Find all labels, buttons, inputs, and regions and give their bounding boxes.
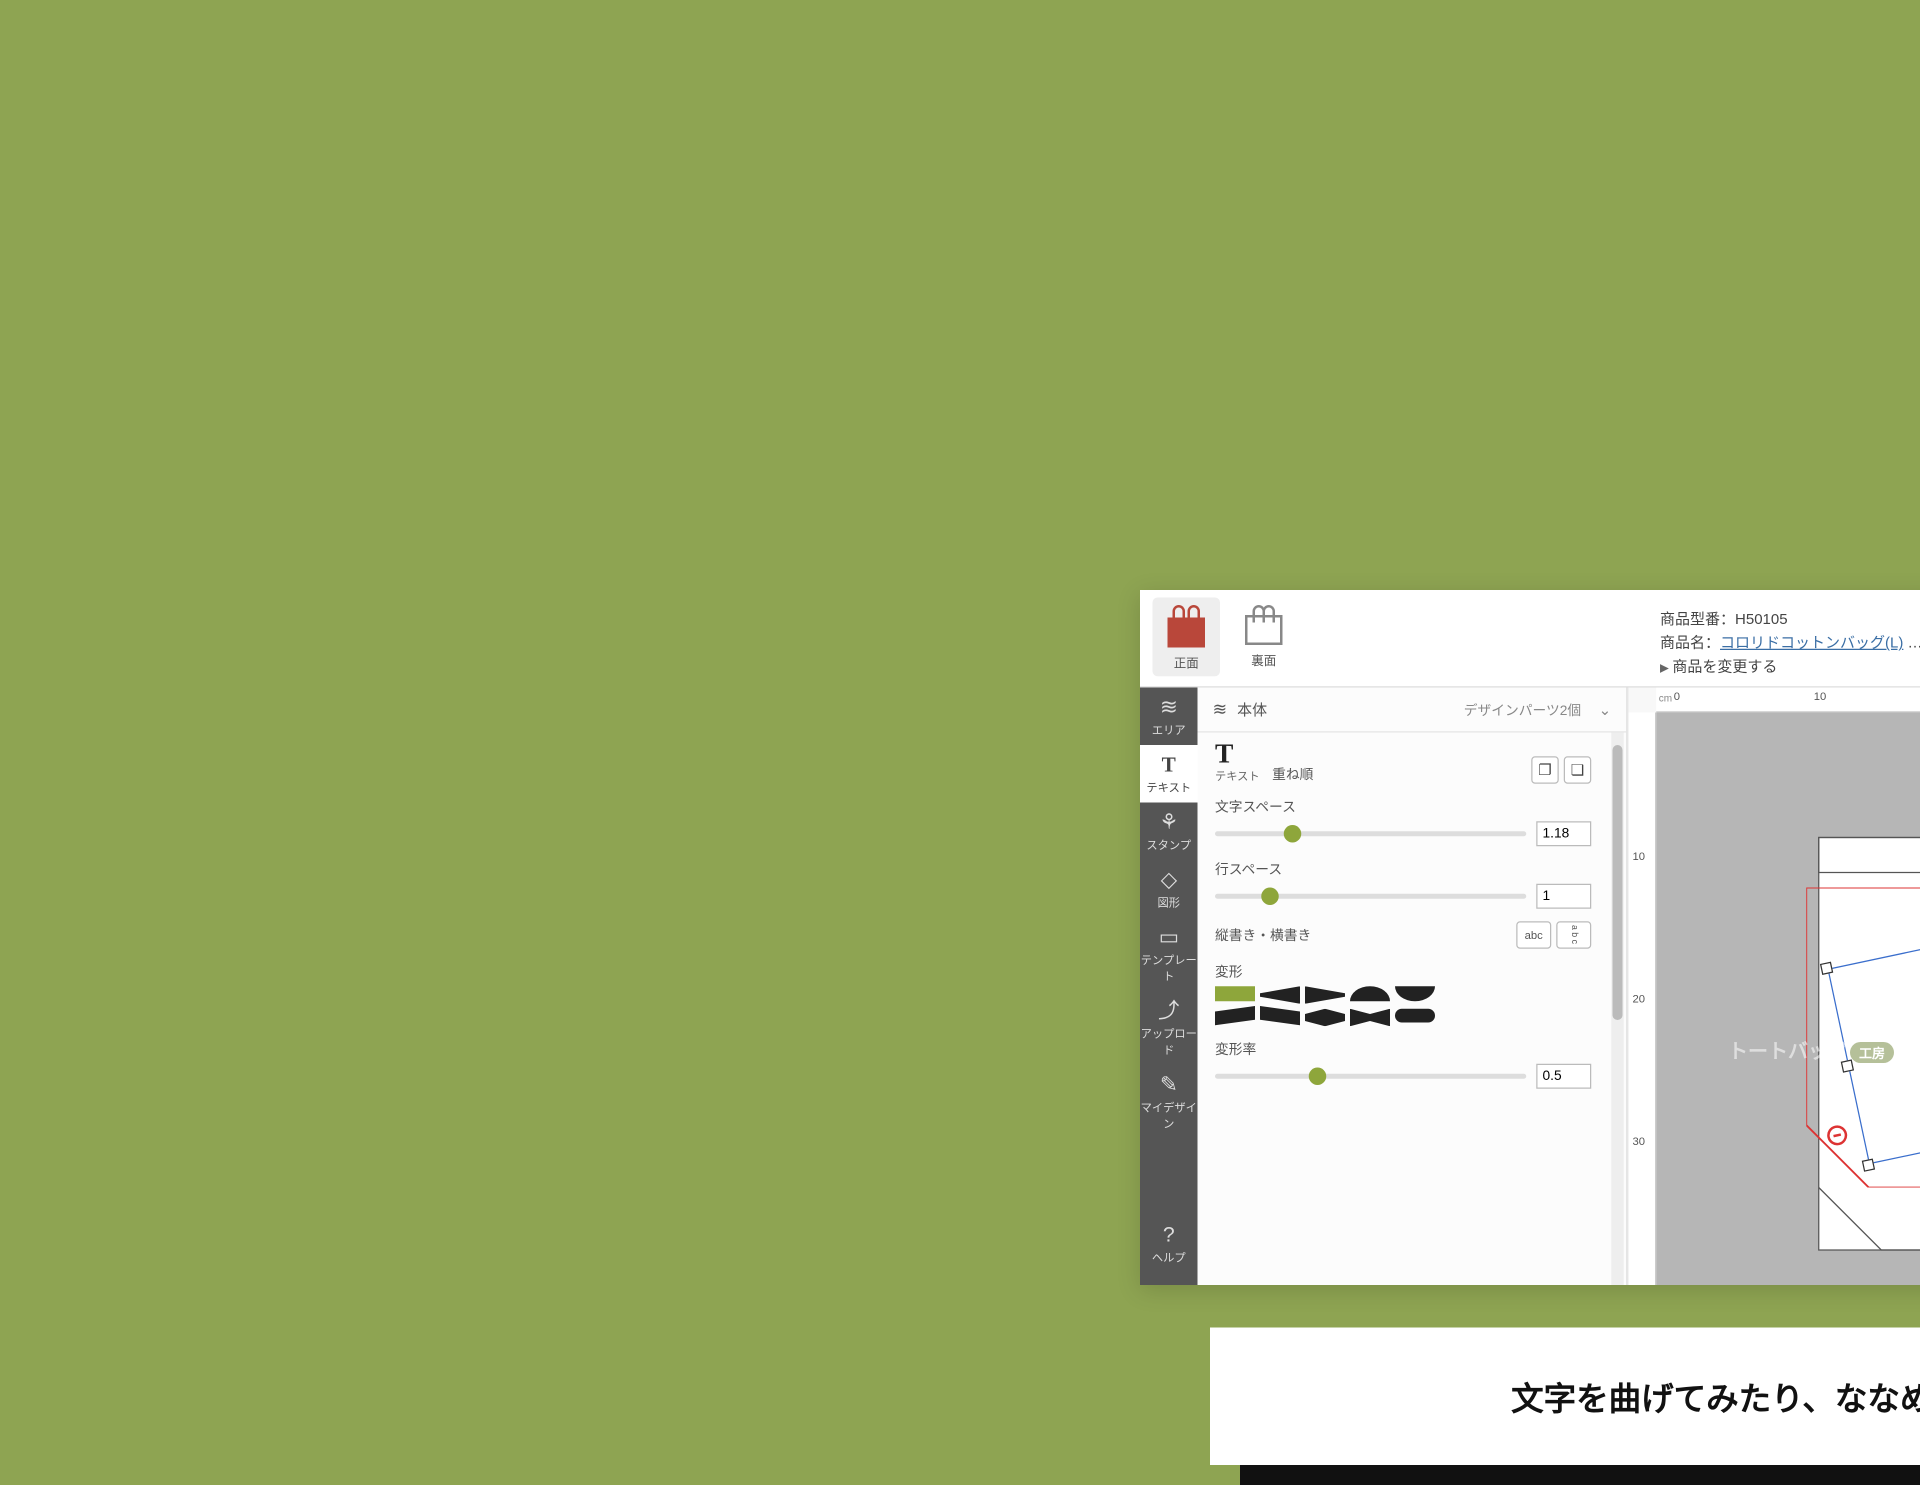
transform-rate-slider[interactable] — [1215, 1074, 1526, 1079]
properties-panel: ≋ 本体 デザインパーツ2個 ⌄ T テキスト 重ね順 ❐ ❏ 文字スペース — [1198, 688, 1628, 1286]
mydesign-icon: ✎ — [1140, 1074, 1198, 1095]
tool-rail: ≋エリア Tテキスト ⚘スタンプ ◇図形 ▭テンプレート ⤴アップロード ✎マイ… — [1140, 688, 1198, 1286]
orientation-label: 縦書き・横書き — [1215, 925, 1311, 945]
rail-area[interactable]: ≋エリア — [1140, 688, 1198, 746]
view-tabs: 正面 裏面 — [1140, 590, 1310, 676]
area-title: 本体 — [1237, 699, 1267, 720]
rail-stamp[interactable]: ⚘スタンプ — [1140, 803, 1198, 861]
transform-shape-5[interactable] — [1395, 986, 1435, 1001]
caption-text: 文字を曲げてみたり、ななめにしてみたり… — [1511, 1373, 1920, 1419]
rail-mydesign[interactable]: ✎マイデザイン — [1140, 1065, 1198, 1139]
rail-template[interactable]: ▭テンプレート — [1140, 918, 1198, 992]
transform-shape-8[interactable] — [1305, 1009, 1345, 1027]
change-product-link[interactable]: 商品を変更する — [1660, 655, 1920, 679]
transform-shape-4[interactable] — [1350, 986, 1390, 1001]
transform-shape-6[interactable] — [1215, 1006, 1255, 1025]
bring-forward-button[interactable]: ❐ — [1531, 756, 1559, 784]
template-icon: ▭ — [1140, 926, 1198, 947]
view-tab-back[interactable]: 裏面 — [1230, 598, 1298, 677]
product-info: 商品型番：H50105 商品名：コロリドコットンバッグ(L) … 商品を変更する — [1660, 608, 1920, 680]
design-editor-window: 正面 裏面 商品型番：H50105 商品名：コロリドコットンバッグ(L) … 商… — [1140, 590, 1920, 1285]
rail-shape[interactable]: ◇図形 — [1140, 860, 1198, 918]
letter-spacing-input[interactable] — [1536, 821, 1591, 846]
rail-help[interactable]: ?ヘルプ — [1140, 1215, 1198, 1273]
header-bar: 正面 裏面 商品型番：H50105 商品名：コロリドコットンバッグ(L) … 商… — [1140, 590, 1920, 688]
help-icon: ? — [1140, 1224, 1198, 1245]
rail-upload[interactable]: ⤴アップロード — [1140, 991, 1198, 1065]
area-layers-icon: ≋ — [1213, 699, 1228, 720]
bag-front-icon — [1160, 600, 1213, 648]
stack-order-label: 重ね順 — [1272, 764, 1313, 784]
product-model-label: 商品型番： — [1660, 610, 1735, 628]
transform-shape-10[interactable] — [1395, 1009, 1435, 1023]
transform-label: 変形 — [1215, 961, 1591, 981]
product-name-link[interactable]: コロリドコットンバッグ(L) — [1720, 634, 1903, 652]
panel-body: T テキスト 重ね順 ❐ ❏ 文字スペース 行スペース — [1198, 733, 1609, 1286]
product-model-value: H50105 — [1735, 610, 1788, 628]
transform-shape-7[interactable] — [1260, 1006, 1300, 1025]
product-name-label: 商品名： — [1660, 634, 1720, 652]
layers-icon: ≋ — [1140, 696, 1198, 717]
transform-shapes — [1215, 986, 1440, 1026]
resize-handle-bl[interactable] — [1862, 1158, 1875, 1171]
watermark: トートバッグ工房 — [1728, 1035, 1894, 1064]
text-tool-label: テキスト — [1215, 768, 1260, 784]
text-tool-icon: T — [1215, 740, 1260, 768]
line-spacing-label: 行スペース — [1215, 859, 1591, 879]
transform-shape-9[interactable] — [1350, 1009, 1390, 1027]
orientation-vertical-button[interactable]: a b c — [1556, 921, 1591, 949]
letter-spacing-slider[interactable] — [1215, 831, 1526, 836]
product-name-ellipsis: … — [1903, 634, 1920, 652]
view-tab-front[interactable]: 正面 — [1153, 598, 1221, 677]
ruler-unit: cm — [1659, 693, 1672, 704]
transform-shape-3[interactable] — [1305, 986, 1345, 1004]
transform-shape-1[interactable] — [1215, 986, 1255, 1001]
ruler-horizontal: cm 0 10 20 30 40 50 60 — [1656, 688, 1920, 713]
ruler-vertical: 10 20 30 — [1629, 713, 1657, 1286]
resize-handle-tl[interactable] — [1820, 962, 1833, 975]
chevron-down-icon: ⌄ — [1599, 701, 1612, 719]
bag-back-icon — [1238, 598, 1291, 646]
upload-icon: ⤴ — [1140, 1000, 1198, 1021]
transform-shape-2[interactable] — [1260, 986, 1300, 1004]
line-spacing-input[interactable] — [1536, 884, 1591, 909]
canvas[interactable]: © トートバッグ 工房 — [1656, 713, 1920, 1286]
rail-text[interactable]: Tテキスト — [1140, 745, 1198, 803]
parts-count: デザインパーツ2個 — [1464, 699, 1581, 719]
send-backward-button[interactable]: ❏ — [1564, 756, 1592, 784]
caption-box: 文字を曲げてみたり、ななめにしてみたり… — [1210, 1328, 1920, 1466]
transform-rate-input[interactable] — [1536, 1064, 1591, 1089]
stamp-icon: ⚘ — [1140, 811, 1198, 832]
view-tab-back-label: 裏面 — [1251, 655, 1276, 669]
panel-scrollbar[interactable] — [1611, 733, 1624, 1286]
shape-icon: ◇ — [1140, 869, 1198, 890]
view-tab-front-label: 正面 — [1174, 658, 1199, 672]
area-bar[interactable]: ≋ 本体 デザインパーツ2個 ⌄ — [1198, 688, 1627, 733]
orientation-horizontal-button[interactable]: abc — [1516, 921, 1551, 949]
line-spacing-slider[interactable] — [1215, 894, 1526, 899]
letter-spacing-label: 文字スペース — [1215, 796, 1591, 816]
canvas-area: cm 0 10 20 30 40 50 60 10 20 30 — [1628, 688, 1920, 1286]
transform-rate-label: 変形率 — [1215, 1039, 1591, 1059]
text-icon: T — [1140, 754, 1198, 775]
